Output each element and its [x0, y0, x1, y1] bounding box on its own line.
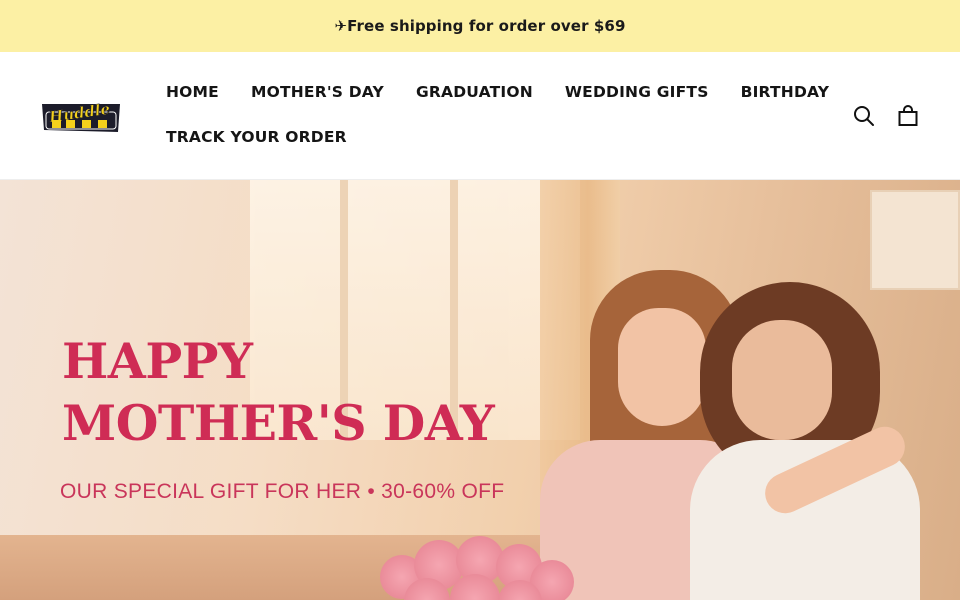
- carnation-bouquet: [380, 530, 590, 600]
- hero-subline: OUR SPECIAL GIFT FOR HER • 30-60% OFF: [60, 480, 505, 503]
- headline-line-2: MOTHER'S DAY: [62, 394, 495, 452]
- site-header: Huddle HOME MOTHER'S DAY GRADUATION WEDD…: [0, 52, 960, 180]
- announcement-text: ✈Free shipping for order over $69: [334, 17, 626, 35]
- headline-line-1: HAPPY: [62, 332, 253, 390]
- brand-logo[interactable]: Huddle: [40, 96, 122, 136]
- announcement-bar: ✈Free shipping for order over $69: [0, 0, 960, 52]
- hero-headline: HAPPY MOTHER'S DAY: [62, 330, 622, 454]
- nav-row-1: HOME MOTHER'S DAY GRADUATION WEDDING GIF…: [166, 78, 829, 106]
- search-icon: [854, 106, 874, 126]
- nav-item-wedding-gifts[interactable]: WEDDING GIFTS: [565, 83, 709, 101]
- nav-item-birthday[interactable]: BIRTHDAY: [741, 83, 830, 101]
- nav-item-graduation[interactable]: GRADUATION: [416, 83, 533, 101]
- hero-banner[interactable]: HAPPY MOTHER'S DAY OUR SPECIAL GIFT FOR …: [0, 180, 960, 600]
- nav-item-track-order[interactable]: TRACK YOUR ORDER: [166, 128, 347, 146]
- cart-button[interactable]: [895, 103, 921, 129]
- bag-icon: [898, 105, 918, 126]
- nav-row-2: TRACK YOUR ORDER: [166, 123, 826, 151]
- search-button[interactable]: [851, 103, 877, 129]
- nav-item-home[interactable]: HOME: [166, 83, 219, 101]
- main-nav: HOME MOTHER'S DAY GRADUATION WEDDING GIF…: [166, 78, 829, 151]
- nav-item-mothers-day[interactable]: MOTHER'S DAY: [251, 83, 384, 101]
